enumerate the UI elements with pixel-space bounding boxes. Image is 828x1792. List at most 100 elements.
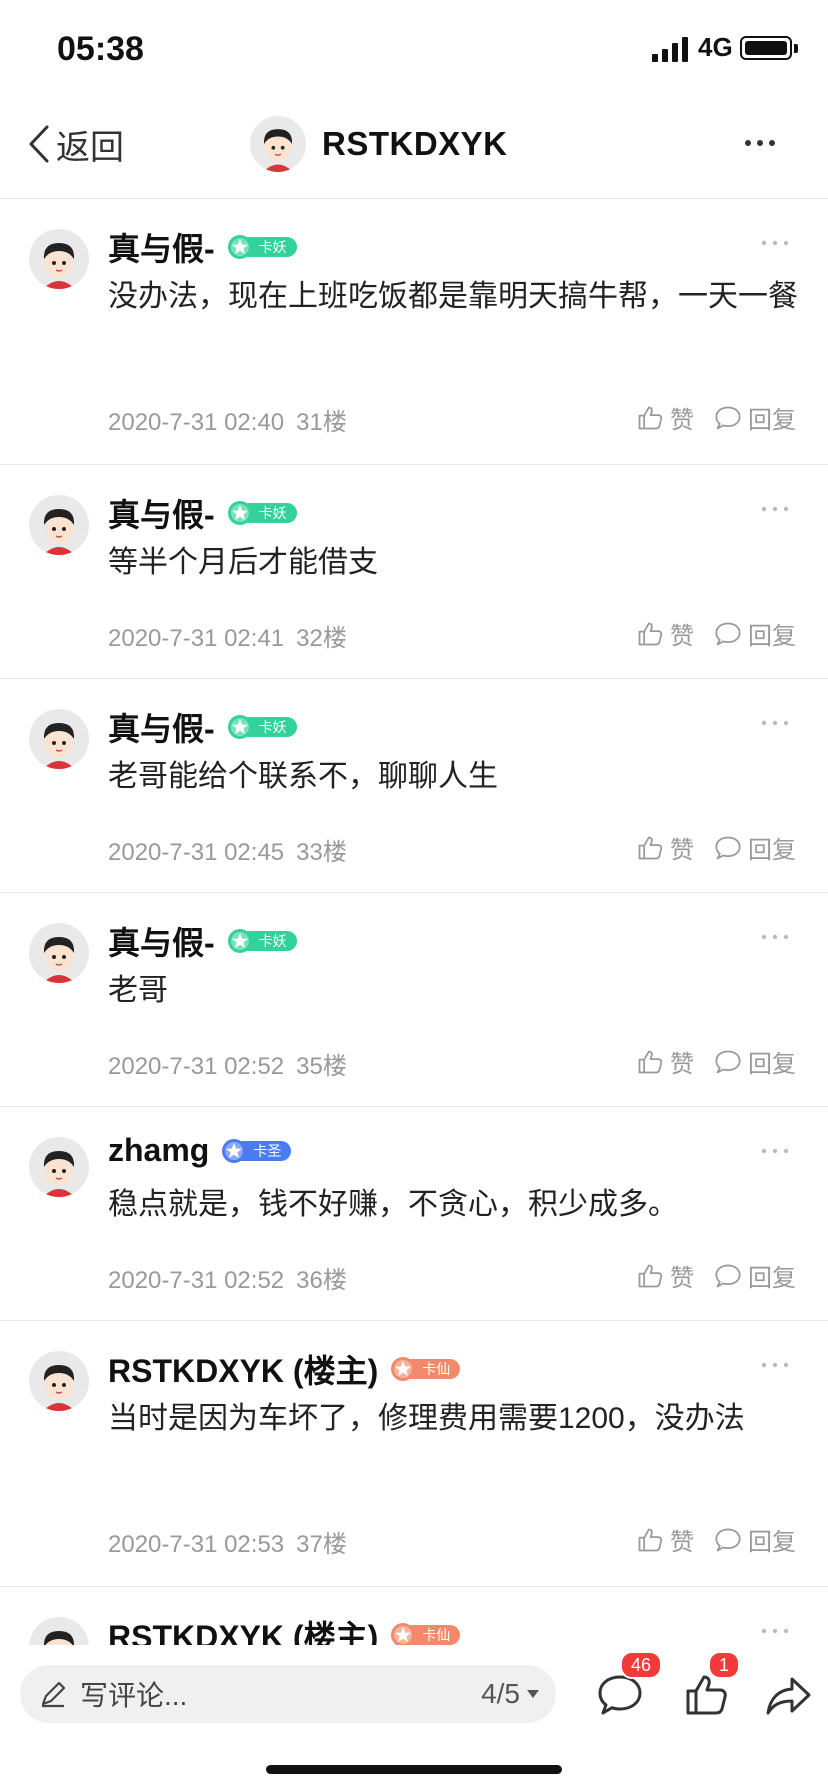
page-indicator[interactable]: 4/5 bbox=[481, 1678, 540, 1710]
nav-user[interactable]: RSTKDXYK bbox=[250, 102, 508, 186]
back-label: 返回 bbox=[56, 128, 124, 167]
avatar[interactable] bbox=[29, 229, 89, 289]
comment-author[interactable]: RSTKDXYK (楼主) 卡仙 bbox=[108, 1612, 461, 1645]
thumbs-up-icon bbox=[638, 1050, 663, 1073]
comment-date: 2020-7-31 02:40 bbox=[108, 409, 285, 436]
status-bar: 05:38 4G bbox=[0, 0, 828, 92]
comment-author[interactable]: zhamg 卡圣 bbox=[108, 1132, 292, 1169]
reply-button[interactable]: 回复 bbox=[714, 830, 796, 865]
reply-button[interactable]: 回复 bbox=[714, 616, 796, 651]
share-button[interactable] bbox=[764, 1671, 812, 1724]
level-badge-icon bbox=[227, 501, 252, 525]
level-badge: 卡圣 bbox=[221, 1138, 292, 1164]
caret-down-icon bbox=[527, 1690, 539, 1698]
like-button[interactable]: 赞 bbox=[636, 616, 694, 651]
back-button[interactable]: 返回 bbox=[28, 114, 124, 174]
comment-actions: 赞 回复 bbox=[636, 830, 796, 865]
comment-author[interactable]: 真与假- 卡妖 bbox=[108, 490, 297, 536]
comment-meta: 2020-7-31 02:52 36楼 bbox=[108, 1260, 347, 1295]
battery-icon bbox=[740, 36, 792, 60]
comment-input[interactable]: 写评论... 4/5 bbox=[20, 1665, 556, 1723]
avatar[interactable] bbox=[29, 1351, 89, 1411]
reply-bubble-icon bbox=[715, 622, 741, 645]
comment-date: 2020-7-31 02:41 bbox=[108, 625, 285, 652]
nav-bar: 返回 RSTKDXYK bbox=[0, 92, 828, 199]
more-icon[interactable] bbox=[760, 1361, 790, 1369]
share-icon bbox=[766, 1677, 811, 1715]
comment-date: 2020-7-31 02:52 bbox=[108, 1267, 285, 1294]
floor-number: 31楼 bbox=[296, 409, 347, 436]
comment-meta: 2020-7-31 02:45 33楼 bbox=[108, 832, 347, 867]
comment-count-badge: 46 bbox=[620, 1651, 663, 1679]
like-count-badge: 1 bbox=[708, 1651, 741, 1679]
home-indicator bbox=[266, 1765, 562, 1774]
avatar[interactable] bbox=[29, 1137, 89, 1197]
comment-author[interactable]: 真与假- 卡妖 bbox=[108, 704, 297, 750]
like-button[interactable]: 赞 bbox=[636, 1258, 694, 1293]
like-button[interactable]: 赞 bbox=[636, 830, 694, 865]
like-button[interactable]: 赞 bbox=[636, 400, 694, 435]
comment-author[interactable]: 真与假- 卡妖 bbox=[108, 918, 297, 964]
more-icon[interactable] bbox=[760, 1147, 790, 1155]
reply-label: 回复 bbox=[748, 623, 796, 650]
more-icon[interactable] bbox=[760, 933, 790, 941]
avatar bbox=[250, 116, 306, 172]
battery-tip bbox=[794, 44, 798, 53]
comment-text: 没办法，现在上班吃饭都是靠明天搞牛帮，一天一餐 bbox=[108, 280, 798, 313]
thumbs-up-icon bbox=[638, 1528, 663, 1551]
reply-button[interactable]: 回复 bbox=[714, 1522, 796, 1557]
status-time: 05:38 bbox=[57, 30, 144, 68]
comment-author[interactable]: RSTKDXYK (楼主) 卡仙 bbox=[108, 1346, 461, 1392]
avatar[interactable] bbox=[29, 709, 89, 769]
avatar[interactable] bbox=[29, 1617, 89, 1645]
like-label: 赞 bbox=[670, 1529, 694, 1556]
like-button[interactable]: 赞 bbox=[636, 1044, 694, 1079]
comment-item: zhamg 卡圣稳点就是，钱不好赚，不贪心，积少成多。 2020-7-31 02:5… bbox=[0, 1107, 828, 1321]
author-name: RSTKDXYK (楼主) bbox=[108, 1353, 379, 1389]
comment-placeholder: 写评论... bbox=[80, 1680, 188, 1711]
level-badge: 卡仙 bbox=[390, 1622, 461, 1645]
level-badge: 卡妖 bbox=[227, 928, 297, 954]
level-badge: 卡妖 bbox=[227, 234, 297, 260]
like-label: 赞 bbox=[670, 623, 694, 650]
comment-author[interactable]: 真与假- 卡妖 bbox=[108, 224, 297, 270]
avatar[interactable] bbox=[29, 495, 89, 555]
reply-button[interactable]: 回复 bbox=[714, 1258, 796, 1293]
comment-actions: 赞 回复 bbox=[636, 616, 796, 651]
author-name: 真与假- bbox=[108, 497, 215, 533]
floor-number: 36楼 bbox=[296, 1267, 347, 1294]
reply-label: 回复 bbox=[748, 1051, 796, 1078]
reply-bubble-icon bbox=[715, 406, 741, 429]
comment-text: 当时是因为车坏了，修理费用需要1200，没办法 bbox=[108, 1402, 745, 1435]
reply-bubble-icon bbox=[715, 1050, 741, 1073]
floor-number: 33楼 bbox=[296, 839, 347, 866]
like-label: 赞 bbox=[670, 1265, 694, 1292]
reply-button[interactable]: 回复 bbox=[714, 1044, 796, 1079]
signal-icon bbox=[652, 37, 688, 62]
comment-meta: 2020-7-31 02:52 35楼 bbox=[108, 1046, 347, 1081]
comment-item: RSTKDXYK (楼主) 卡仙 bbox=[0, 1587, 828, 1645]
more-icon[interactable] bbox=[760, 505, 790, 513]
avatar[interactable] bbox=[29, 923, 89, 983]
reply-bubble-icon bbox=[715, 1264, 741, 1287]
comment-count-button[interactable]: 46 bbox=[596, 1651, 663, 1724]
more-icon[interactable] bbox=[760, 1627, 790, 1635]
comment-text: 稳点就是，钱不好赚，不贪心，积少成多。 bbox=[108, 1188, 678, 1221]
level-badge-icon bbox=[227, 235, 252, 259]
like-button[interactable]: 赞 bbox=[636, 1522, 694, 1557]
more-icon[interactable] bbox=[760, 239, 790, 247]
comment-text: 老哥能给个联系不，聊聊人生 bbox=[108, 760, 498, 793]
level-badge-icon bbox=[222, 1138, 247, 1163]
comment-list: 真与假- 卡妖 没办法，现在上班吃饭都是靠明天搞牛帮，一天一餐 2020-7-31 0… bbox=[0, 199, 828, 1645]
like-label: 赞 bbox=[670, 407, 694, 434]
level-badge-icon bbox=[227, 715, 252, 739]
reply-button[interactable]: 回复 bbox=[714, 400, 796, 435]
more-icon[interactable] bbox=[760, 719, 790, 727]
thumbs-up-icon bbox=[638, 836, 663, 859]
like-label: 赞 bbox=[670, 1051, 694, 1078]
like-button[interactable]: 1 bbox=[682, 1651, 741, 1724]
reply-label: 回复 bbox=[748, 1529, 796, 1556]
comment-actions: 赞 回复 bbox=[636, 1522, 796, 1557]
author-name: RSTKDXYK (楼主) bbox=[108, 1619, 379, 1645]
more-icon[interactable] bbox=[740, 128, 780, 158]
